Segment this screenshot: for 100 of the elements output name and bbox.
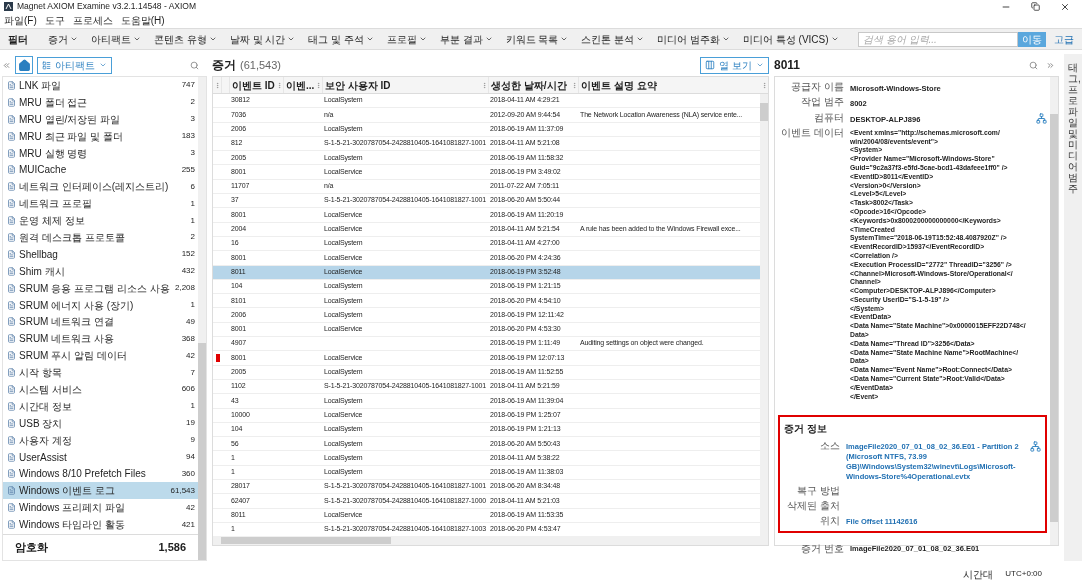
artifact-item[interactable]: SRUM 네트워크 연결 49 bbox=[3, 313, 198, 331]
total-count: 1,586 bbox=[158, 540, 186, 556]
artifact-item[interactable]: Windows 8/10 Prefetch Files 360 bbox=[3, 465, 198, 483]
artifact-icon bbox=[7, 435, 16, 445]
caret-icon bbox=[484, 35, 493, 43]
artifact-item[interactable]: Windows 이벤트 로그 61,543 bbox=[3, 482, 198, 500]
column-header[interactable]: 이벤트 설명 요약 bbox=[581, 77, 657, 93]
artifact-icon bbox=[7, 520, 16, 530]
filter-dropdown[interactable]: 미디어 특성 (VICS) bbox=[743, 31, 839, 47]
filter-dropdown[interactable]: 증거 bbox=[48, 31, 78, 47]
artifact-icon bbox=[7, 148, 16, 158]
column-header[interactable]: 이벤트 ID bbox=[232, 77, 275, 93]
artifact-item[interactable]: SRUM 응용 프로그램 리소스 사용 2,208 bbox=[3, 279, 198, 297]
artifact-item[interactable]: Shim 캐시 432 bbox=[3, 262, 198, 280]
column-view-dropdown[interactable]: 열 보기 bbox=[700, 56, 769, 74]
artifact-item[interactable]: SRUM 네트워크 사용 368 bbox=[3, 330, 198, 348]
filter-dropdown[interactable]: 날짜 및 시간 bbox=[229, 31, 296, 47]
field-label: 복구 방법 bbox=[796, 485, 840, 498]
caret-icon bbox=[287, 35, 296, 43]
filter-dropdown[interactable]: 스킨톤 분석 bbox=[581, 31, 645, 47]
artifact-icon bbox=[7, 384, 16, 394]
home-button[interactable] bbox=[15, 56, 33, 74]
expand-icon[interactable] bbox=[1046, 60, 1055, 70]
artifact-item[interactable]: MRU 폴더 접근 2 bbox=[3, 93, 198, 111]
collapse-icon[interactable] bbox=[2, 60, 11, 70]
artifact-item[interactable]: 시작 항목 7 bbox=[3, 364, 198, 382]
artifact-item[interactable]: Shellbag 152 bbox=[3, 245, 198, 263]
artifact-item[interactable]: SRUM 에너지 사용 (장기) 1 bbox=[3, 296, 198, 314]
search-icon[interactable] bbox=[1029, 60, 1038, 70]
filter-dropdown[interactable]: 태그 및 주석 bbox=[308, 31, 374, 47]
artifact-item[interactable]: Windows 타임라인 활동 421 bbox=[3, 516, 198, 534]
advanced-link[interactable]: 고급 bbox=[1054, 31, 1074, 47]
artifact-item[interactable]: LNK 파일 747 bbox=[3, 77, 198, 94]
view-dropdown[interactable]: 아티팩트 bbox=[37, 56, 112, 74]
column-header[interactable]: 보안 사용자 ID bbox=[325, 77, 391, 93]
filter-dropdown[interactable]: 부분 결과 bbox=[439, 31, 493, 47]
caret-icon bbox=[133, 35, 141, 43]
detail-title: 8011 bbox=[774, 57, 801, 74]
timezone-value: UTC+0:00 bbox=[1005, 568, 1042, 580]
artifact-item[interactable]: MRU 실행 명령 3 bbox=[3, 144, 198, 162]
filter-dropdown[interactable]: 프로필 bbox=[386, 31, 427, 47]
menu-item[interactable]: 도구 bbox=[44, 13, 65, 28]
artifact-icon bbox=[7, 317, 16, 327]
side-tab[interactable]: 태그, 프로파일 및 미디어 범주 bbox=[1064, 54, 1082, 561]
field-label: 삭제된 출처 bbox=[786, 500, 840, 513]
menu-item[interactable]: 도움말(H) bbox=[120, 13, 165, 28]
evidence-count: (61,543) bbox=[240, 57, 281, 73]
window-title: Magnet AXIOM Examine v3.2.1.14548 - AXIOM bbox=[17, 0, 197, 13]
restore-icon[interactable] bbox=[1031, 1, 1040, 11]
filter-dropdown[interactable]: 키워드 목록 bbox=[505, 31, 569, 47]
scrollbar[interactable] bbox=[760, 94, 768, 536]
artifact-icon bbox=[7, 182, 16, 192]
artifact-item[interactable]: MRU 최근 파일 및 폴더 183 bbox=[3, 127, 198, 145]
field-label: 이벤트 데이터 bbox=[780, 126, 844, 139]
scrollbar[interactable] bbox=[1050, 77, 1058, 545]
scrollbar[interactable] bbox=[198, 77, 206, 560]
column-header[interactable]: 생성한 날짜/시간 bbox=[491, 77, 567, 93]
artifact-item[interactable]: 시간대 정보 1 bbox=[3, 397, 198, 415]
artifact-item[interactable]: 네트워크 인터페이스(레지스트리) 6 bbox=[3, 178, 198, 196]
artifact-item[interactable]: USB 장치 19 bbox=[3, 414, 198, 432]
section-title: 증거 정보 bbox=[784, 422, 828, 437]
artifact-icon bbox=[7, 503, 16, 513]
home-icon bbox=[17, 58, 31, 72]
field-label: 소스 bbox=[819, 440, 840, 453]
artifact-icon bbox=[7, 216, 16, 226]
caret-icon bbox=[830, 35, 839, 43]
filter-dropdown[interactable]: 아티팩트 bbox=[91, 31, 141, 47]
field-label: 작업 범주 bbox=[800, 96, 844, 109]
artifact-item[interactable]: MRU 열린/저장된 파일 3 bbox=[3, 110, 198, 128]
artifact-icon bbox=[7, 80, 16, 90]
filter-dropdown[interactable]: 콘텐츠 유형 bbox=[154, 31, 217, 47]
artifact-item[interactable]: Windows 프리페치 파일 42 bbox=[3, 499, 198, 517]
search-icon[interactable] bbox=[190, 60, 199, 70]
artifact-icon bbox=[7, 232, 16, 242]
artifact-icon bbox=[7, 418, 16, 428]
artifact-item[interactable]: SRUM 푸시 알림 데이터 42 bbox=[3, 347, 198, 365]
artifact-icon bbox=[7, 368, 16, 378]
artifact-icon bbox=[7, 469, 16, 479]
artifact-item[interactable]: 사용자 계정 9 bbox=[3, 431, 198, 449]
artifact-item[interactable]: 시스템 서비스 606 bbox=[3, 381, 198, 398]
filter-label: 필터 bbox=[8, 32, 28, 47]
menu-item[interactable]: 파일(F) bbox=[4, 13, 37, 28]
search-field[interactable]: 검색 용어 입력... bbox=[858, 31, 1018, 47]
column-header[interactable]: 이벤... bbox=[286, 77, 315, 93]
artifact-item[interactable]: 네트워크 프로필 1 bbox=[3, 195, 198, 213]
hierarchy-icon[interactable] bbox=[1030, 441, 1041, 453]
artifact-item[interactable]: 운영 체제 정보 1 bbox=[3, 212, 198, 229]
horizontal-scrollbar[interactable] bbox=[213, 536, 768, 545]
list-icon bbox=[42, 60, 51, 70]
caret-icon bbox=[365, 35, 374, 43]
artifact-icon bbox=[7, 351, 16, 361]
hierarchy-icon[interactable] bbox=[1036, 112, 1047, 124]
artifact-item[interactable]: UserAssist 94 bbox=[3, 448, 198, 466]
field-label: 공급자 이름 bbox=[790, 81, 844, 93]
close-icon[interactable] bbox=[1060, 1, 1070, 12]
menu-item[interactable]: 프로세스 bbox=[72, 13, 113, 28]
artifact-item[interactable]: MUICache 255 bbox=[3, 161, 198, 179]
filter-dropdown[interactable]: 미디어 범주화 bbox=[657, 31, 731, 47]
artifact-item[interactable]: 원격 데스크톱 프로토콜 2 bbox=[3, 229, 198, 246]
artifact-icon bbox=[7, 165, 16, 175]
